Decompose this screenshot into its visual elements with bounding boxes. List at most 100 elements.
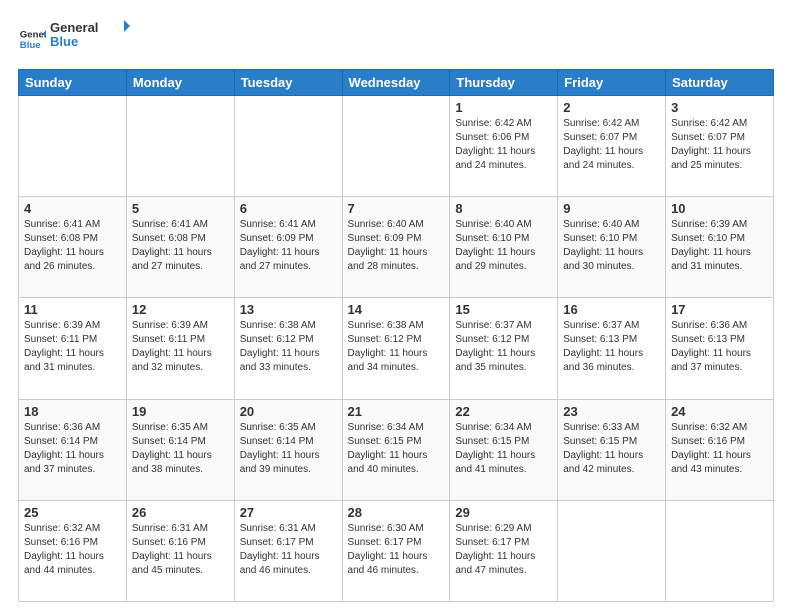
day-info: Sunrise: 6:34 AM Sunset: 6:15 PM Dayligh…: [455, 421, 552, 477]
day-number: 2: [563, 100, 660, 115]
day-number: 16: [563, 302, 660, 317]
day-number: 10: [671, 201, 768, 216]
day-info: Sunrise: 6:29 AM Sunset: 6:17 PM Dayligh…: [455, 522, 552, 578]
day-number: 22: [455, 404, 552, 419]
weekday-header-tuesday: Tuesday: [234, 70, 342, 96]
calendar-cell: [558, 500, 666, 601]
calendar-cell: 21 Sunrise: 6:34 AM Sunset: 6:15 PM Dayli…: [342, 399, 450, 500]
calendar-cell: [19, 96, 127, 197]
day-info: Sunrise: 6:41 AM Sunset: 6:08 PM Dayligh…: [24, 218, 121, 274]
weekday-header-sunday: Sunday: [19, 70, 127, 96]
calendar-cell: 22 Sunrise: 6:34 AM Sunset: 6:15 PM Dayli…: [450, 399, 558, 500]
calendar-cell: 16 Sunrise: 6:37 AM Sunset: 6:13 PM Dayli…: [558, 298, 666, 399]
svg-text:Blue: Blue: [50, 34, 78, 49]
calendar-cell: 1Sunrise: 6:42 AM Sunset: 6:06 PM Daylig…: [450, 96, 558, 197]
week-row-5: 25Sunrise: 6:32 AM Sunset: 6:16 PM Dayli…: [19, 500, 774, 601]
day-info: Sunrise: 6:39 AM Sunset: 6:11 PM Dayligh…: [24, 319, 121, 375]
day-number: 29: [455, 505, 552, 520]
day-number: 14: [348, 302, 445, 317]
day-number: 11: [24, 302, 121, 317]
day-info: Sunrise: 6:32 AM Sunset: 6:16 PM Dayligh…: [24, 522, 121, 578]
header: General Blue General Blue: [18, 18, 774, 59]
logo-text: General Blue: [50, 18, 130, 59]
calendar-cell: 5Sunrise: 6:41 AM Sunset: 6:08 PM Daylig…: [126, 197, 234, 298]
calendar-cell: 3 Sunrise: 6:42 AM Sunset: 6:07 PM Daylig…: [666, 96, 774, 197]
calendar-cell: 10 Sunrise: 6:39 AM Sunset: 6:10 PM Dayli…: [666, 197, 774, 298]
calendar-cell: 19 Sunrise: 6:35 AM Sunset: 6:14 PM Dayli…: [126, 399, 234, 500]
calendar-cell: 13 Sunrise: 6:38 AM Sunset: 6:12 PM Dayli…: [234, 298, 342, 399]
day-number: 21: [348, 404, 445, 419]
day-number: 1: [455, 100, 552, 115]
logo-icon: General Blue: [18, 25, 46, 53]
weekday-header-monday: Monday: [126, 70, 234, 96]
day-info: Sunrise: 6:40 AM Sunset: 6:10 PM Dayligh…: [455, 218, 552, 274]
calendar-cell: 2 Sunrise: 6:42 AM Sunset: 6:07 PM Daylig…: [558, 96, 666, 197]
calendar-cell: 29 Sunrise: 6:29 AM Sunset: 6:17 PM Dayli…: [450, 500, 558, 601]
calendar-cell: 17 Sunrise: 6:36 AM Sunset: 6:13 PM Dayli…: [666, 298, 774, 399]
day-info: Sunrise: 6:35 AM Sunset: 6:14 PM Dayligh…: [240, 421, 337, 477]
day-info: Sunrise: 6:38 AM Sunset: 6:12 PM Dayligh…: [240, 319, 337, 375]
weekday-header-wednesday: Wednesday: [342, 70, 450, 96]
svg-text:General: General: [50, 20, 98, 35]
day-number: 17: [671, 302, 768, 317]
day-number: 9: [563, 201, 660, 216]
calendar-cell: 20 Sunrise: 6:35 AM Sunset: 6:14 PM Dayli…: [234, 399, 342, 500]
svg-text:General: General: [20, 29, 46, 40]
day-number: 15: [455, 302, 552, 317]
day-number: 20: [240, 404, 337, 419]
weekday-header-thursday: Thursday: [450, 70, 558, 96]
week-row-3: 11 Sunrise: 6:39 AM Sunset: 6:11 PM Dayli…: [19, 298, 774, 399]
day-info: Sunrise: 6:41 AM Sunset: 6:08 PM Dayligh…: [132, 218, 229, 274]
day-info: Sunrise: 6:41 AM Sunset: 6:09 PM Dayligh…: [240, 218, 337, 274]
day-info: Sunrise: 6:37 AM Sunset: 6:13 PM Dayligh…: [563, 319, 660, 375]
calendar-cell: 8 Sunrise: 6:40 AM Sunset: 6:10 PM Daylig…: [450, 197, 558, 298]
week-row-1: 1Sunrise: 6:42 AM Sunset: 6:06 PM Daylig…: [19, 96, 774, 197]
day-info: Sunrise: 6:35 AM Sunset: 6:14 PM Dayligh…: [132, 421, 229, 477]
day-number: 13: [240, 302, 337, 317]
day-info: Sunrise: 6:34 AM Sunset: 6:15 PM Dayligh…: [348, 421, 445, 477]
week-row-4: 18 Sunrise: 6:36 AM Sunset: 6:14 PM Dayli…: [19, 399, 774, 500]
calendar-cell: 11 Sunrise: 6:39 AM Sunset: 6:11 PM Dayli…: [19, 298, 127, 399]
day-info: Sunrise: 6:37 AM Sunset: 6:12 PM Dayligh…: [455, 319, 552, 375]
calendar-cell: 26Sunrise: 6:31 AM Sunset: 6:16 PM Dayli…: [126, 500, 234, 601]
day-info: Sunrise: 6:33 AM Sunset: 6:15 PM Dayligh…: [563, 421, 660, 477]
calendar-cell: 9Sunrise: 6:40 AM Sunset: 6:10 PM Daylig…: [558, 197, 666, 298]
logo: General Blue General Blue: [18, 18, 130, 59]
day-info: Sunrise: 6:42 AM Sunset: 6:07 PM Dayligh…: [563, 117, 660, 173]
day-number: 12: [132, 302, 229, 317]
calendar-cell: 15 Sunrise: 6:37 AM Sunset: 6:12 PM Dayli…: [450, 298, 558, 399]
day-info: Sunrise: 6:39 AM Sunset: 6:10 PM Dayligh…: [671, 218, 768, 274]
calendar-cell: 6 Sunrise: 6:41 AM Sunset: 6:09 PM Daylig…: [234, 197, 342, 298]
page: General Blue General Blue SundayMondayTu…: [0, 0, 792, 612]
calendar-cell: 7 Sunrise: 6:40 AM Sunset: 6:09 PM Daylig…: [342, 197, 450, 298]
calendar-cell: [126, 96, 234, 197]
calendar-cell: [342, 96, 450, 197]
weekday-header-row: SundayMondayTuesdayWednesdayThursdayFrid…: [19, 70, 774, 96]
day-number: 6: [240, 201, 337, 216]
day-info: Sunrise: 6:40 AM Sunset: 6:09 PM Dayligh…: [348, 218, 445, 274]
day-number: 7: [348, 201, 445, 216]
svg-text:Blue: Blue: [20, 39, 41, 50]
day-number: 19: [132, 404, 229, 419]
day-number: 18: [24, 404, 121, 419]
day-number: 3: [671, 100, 768, 115]
calendar-cell: 18 Sunrise: 6:36 AM Sunset: 6:14 PM Dayli…: [19, 399, 127, 500]
day-info: Sunrise: 6:42 AM Sunset: 6:07 PM Dayligh…: [671, 117, 768, 173]
day-info: Sunrise: 6:32 AM Sunset: 6:16 PM Dayligh…: [671, 421, 768, 477]
day-number: 27: [240, 505, 337, 520]
day-info: Sunrise: 6:31 AM Sunset: 6:17 PM Dayligh…: [240, 522, 337, 578]
weekday-header-saturday: Saturday: [666, 70, 774, 96]
day-info: Sunrise: 6:36 AM Sunset: 6:13 PM Dayligh…: [671, 319, 768, 375]
week-row-2: 4 Sunrise: 6:41 AM Sunset: 6:08 PM Daylig…: [19, 197, 774, 298]
calendar-cell: 27 Sunrise: 6:31 AM Sunset: 6:17 PM Dayli…: [234, 500, 342, 601]
day-info: Sunrise: 6:39 AM Sunset: 6:11 PM Dayligh…: [132, 319, 229, 375]
calendar-table: SundayMondayTuesdayWednesdayThursdayFrid…: [18, 69, 774, 602]
day-number: 8: [455, 201, 552, 216]
day-info: Sunrise: 6:31 AM Sunset: 6:16 PM Dayligh…: [132, 522, 229, 578]
calendar-cell: [666, 500, 774, 601]
weekday-header-friday: Friday: [558, 70, 666, 96]
day-number: 4: [24, 201, 121, 216]
day-info: Sunrise: 6:36 AM Sunset: 6:14 PM Dayligh…: [24, 421, 121, 477]
calendar-cell: [234, 96, 342, 197]
day-number: 23: [563, 404, 660, 419]
